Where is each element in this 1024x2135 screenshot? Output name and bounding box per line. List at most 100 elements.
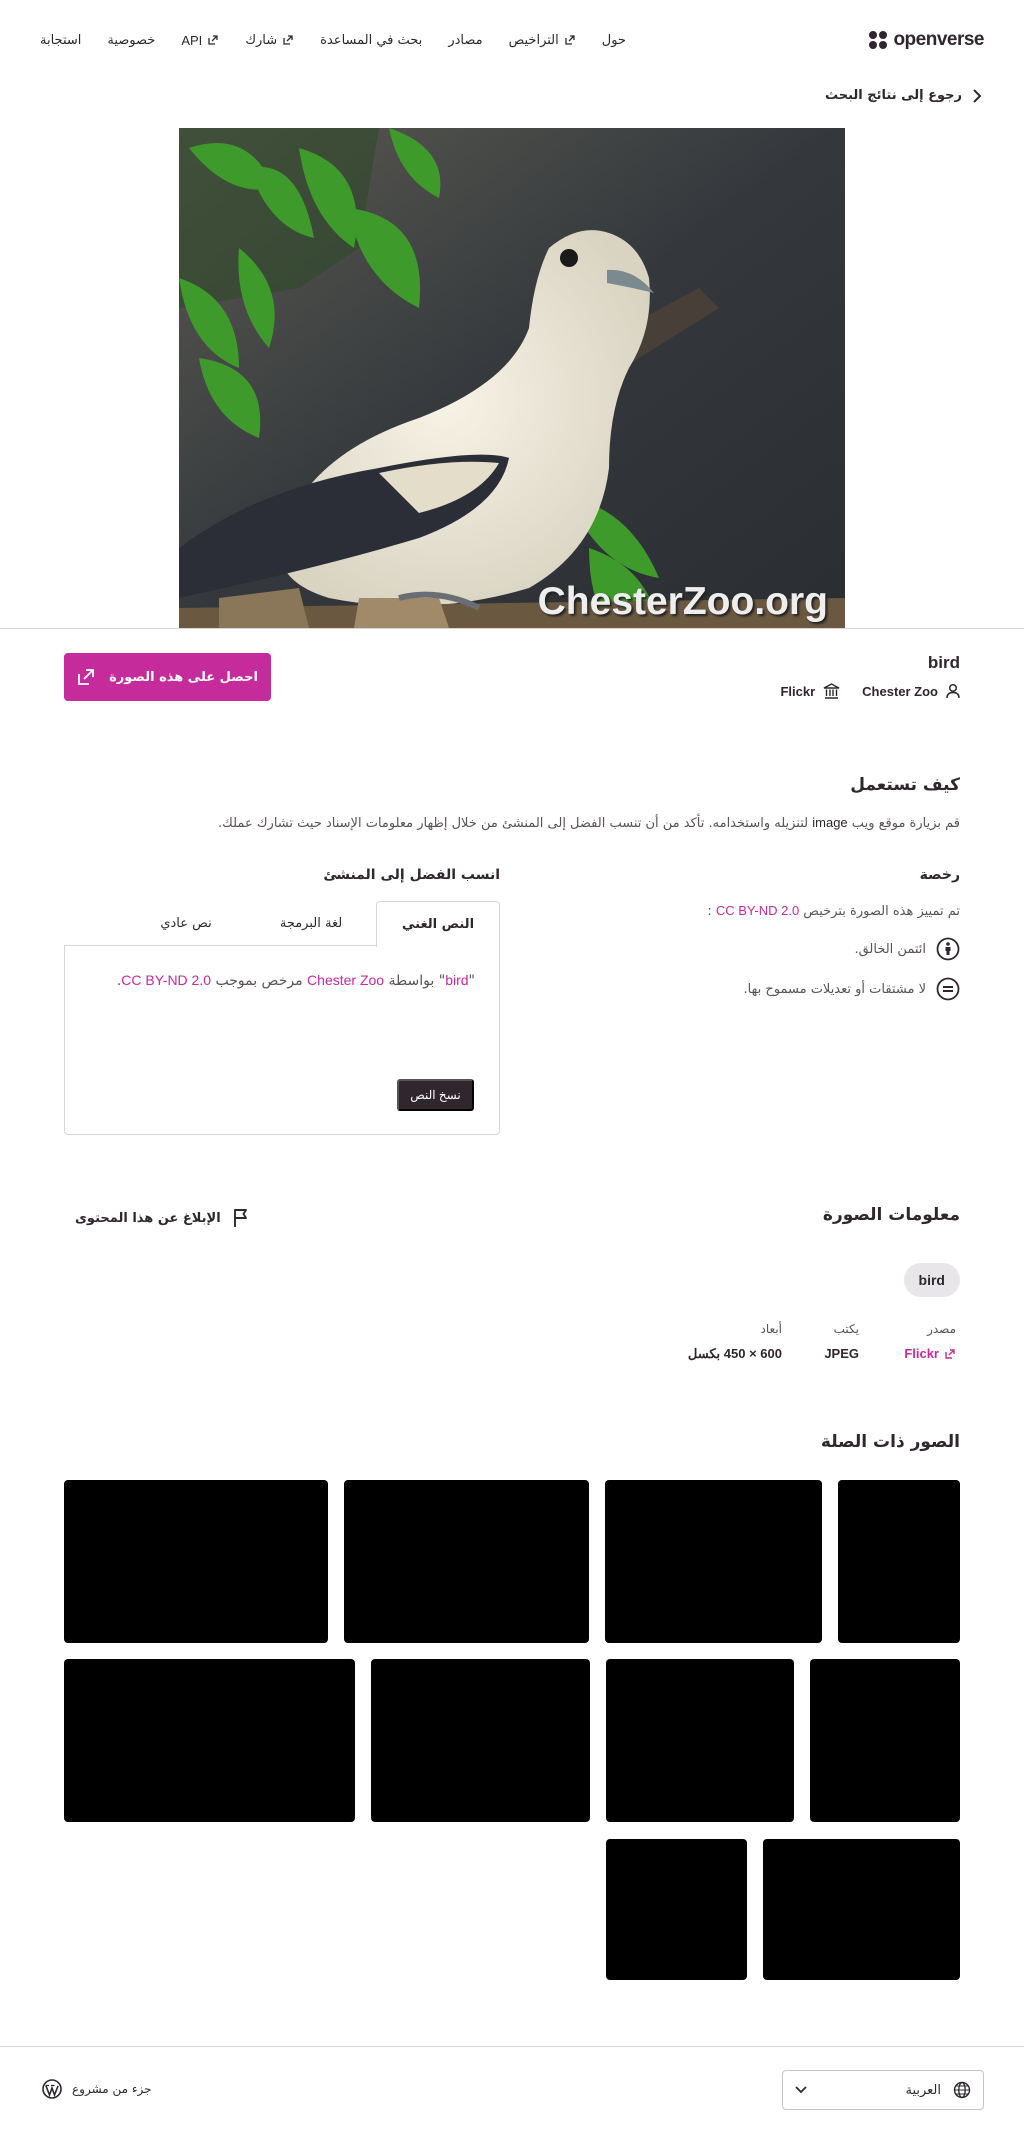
flag-icon (233, 1209, 247, 1227)
copy-text-button[interactable]: نسخ النص (397, 1079, 474, 1111)
image-meta: Chester Zoo Flickr (780, 683, 960, 699)
tab-plain-text[interactable]: نص عادي (126, 901, 246, 945)
info-value: 600 × 450 بكسل (687, 1346, 782, 1361)
related-image[interactable] (64, 1659, 355, 1822)
site-header: openverse حول التراخيص مصادر بحث في المس… (0, 0, 1024, 80)
info-source-link[interactable]: Flickr (904, 1346, 956, 1361)
how-to-use-description: قم بزيارة موقع ويب image لتنزيله واستخدا… (218, 815, 960, 831)
image-info-title: معلومات الصورة (822, 1205, 960, 1225)
bird-photo (179, 128, 845, 628)
info-label: يكتب (833, 1322, 859, 1336)
nav-privacy[interactable]: خصوصية (107, 33, 155, 48)
external-link-icon (565, 35, 575, 45)
related-image[interactable] (763, 1839, 960, 1980)
license-item-by: ائتمن الخالق. (854, 937, 960, 961)
how-desc-suffix: لتنزيله واستخدامه. تأكد من أن تنسب الفضل… (218, 816, 813, 831)
openverse-logo[interactable]: openverse (869, 29, 984, 51)
language-label: العربية (905, 2082, 941, 2098)
by-icon (936, 937, 960, 961)
how-to-use-title: كيف تستعمل (850, 775, 960, 795)
attribution-creator-link[interactable]: Chester Zoo (307, 972, 384, 988)
person-icon (946, 683, 960, 699)
language-select[interactable]: العربية (782, 2070, 984, 2110)
licensed-text: مرخص بموجب (211, 973, 308, 989)
nav-contribute[interactable]: شارك (245, 33, 294, 48)
nav-licenses[interactable]: التراخيص (509, 33, 576, 48)
nav-label: بحث في المساعدة (320, 32, 423, 48)
external-link-icon (945, 1348, 955, 1359)
nav-label: مصادر (448, 32, 483, 48)
creator-name: Chester Zoo (862, 683, 938, 699)
license-item-nd: لا مشتقات أو تعديلات مسموح بها. (744, 977, 960, 1001)
part-of-label: جزء من مشروع (72, 2082, 152, 2096)
related-image[interactable] (606, 1839, 747, 1980)
quote-open: " (468, 973, 475, 989)
info-source: مصدر Flickr (904, 1322, 956, 1361)
nav-label: خصوصية (107, 32, 156, 48)
attribution-panel: "bird" بواسطة Chester Zoo مرخص بموجب CC … (64, 945, 500, 1135)
chevron-down-icon (795, 2086, 807, 2094)
openverse-logo-icon (869, 31, 888, 49)
back-to-results-link[interactable]: رجوع إلى نتائج البحث (825, 88, 982, 103)
external-link-icon (283, 35, 293, 45)
globe-icon (953, 2081, 971, 2099)
related-image[interactable] (838, 1480, 960, 1643)
nav-label: شارك (245, 32, 278, 48)
nav-search-help[interactable]: بحث في المساعدة (320, 33, 422, 48)
info-type: يكتب JPEG (824, 1322, 859, 1361)
related-image[interactable] (606, 1659, 794, 1822)
info-value: JPEG (824, 1346, 859, 1361)
license-title: رخصة (919, 867, 960, 883)
attribution-license-link[interactable]: CC BY-ND 2.0 (121, 972, 211, 988)
external-link-icon (208, 35, 218, 45)
image-title: bird (927, 653, 960, 672)
image-source-link[interactable]: image (812, 815, 847, 830)
info-label: مصدر (927, 1322, 956, 1336)
info-label: أبعاد (760, 1322, 782, 1336)
creator-link[interactable]: Chester Zoo (862, 683, 960, 699)
tab-label: نص عادي (160, 915, 212, 931)
tab-html[interactable]: لغة البرمجة (246, 901, 376, 945)
nav-api[interactable]: API (181, 33, 219, 48)
main-nav: حول التراخيص مصادر بحث في المساعدة شارك … (40, 33, 626, 48)
source-name: Flickr (780, 683, 816, 699)
nav-label: API (181, 32, 203, 48)
main-image: ChesterZoo.org (179, 128, 845, 628)
attribution-title-link[interactable]: bird (445, 972, 468, 988)
related-image[interactable] (64, 1480, 328, 1643)
license-suffix: : (707, 904, 716, 919)
report-label: الإبلاغ عن هذا المحتوى (75, 1210, 221, 1226)
tab-rich-text[interactable]: النص الغني (376, 901, 500, 947)
nd-icon (936, 977, 960, 1001)
institution-icon (823, 683, 840, 699)
get-this-image-button[interactable]: احصل على هذه الصورة (64, 653, 271, 701)
wordpress-project-link[interactable]: جزء من مشروع (42, 2079, 152, 2099)
nav-sources[interactable]: مصادر (448, 33, 482, 48)
related-image[interactable] (605, 1480, 822, 1643)
by-text: بواسطة (384, 973, 439, 989)
footer-divider (0, 2046, 1024, 2047)
nav-feedback[interactable]: استجابة (40, 33, 81, 48)
image-watermark: ChesterZoo.org (537, 580, 828, 623)
tab-label: النص الغني (401, 917, 475, 932)
info-dimensions: أبعاد 600 × 450 بكسل (688, 1322, 782, 1362)
license-link[interactable]: CC BY-ND 2.0 (716, 903, 799, 918)
related-image[interactable] (371, 1659, 590, 1822)
report-content-button[interactable]: الإبلاغ عن هذا المحتوى (75, 1208, 249, 1228)
chevron-right-icon (973, 88, 982, 103)
attribution-tabs: النص الغني لغة البرمجة نص عادي (64, 901, 500, 947)
related-image[interactable] (344, 1480, 589, 1643)
nav-about[interactable]: حول (602, 33, 626, 48)
divider (0, 628, 1024, 629)
related-image[interactable] (810, 1659, 960, 1822)
source-link[interactable]: Flickr (780, 683, 840, 699)
related-images-title: الصور ذات الصلة (820, 1432, 960, 1452)
how-desc-prefix: قم بزيارة موقع ويب (847, 816, 960, 831)
attribution-title: انسب الفضل إلى المنشئ (323, 867, 500, 883)
back-link-label: رجوع إلى نتائج البحث (824, 88, 962, 103)
tag-chip[interactable]: bird (903, 1263, 960, 1297)
nav-label: استجابة (40, 32, 82, 48)
info-value: Flickr (904, 1346, 939, 1361)
nav-label: حول (601, 32, 626, 48)
wordpress-icon (42, 2079, 62, 2099)
